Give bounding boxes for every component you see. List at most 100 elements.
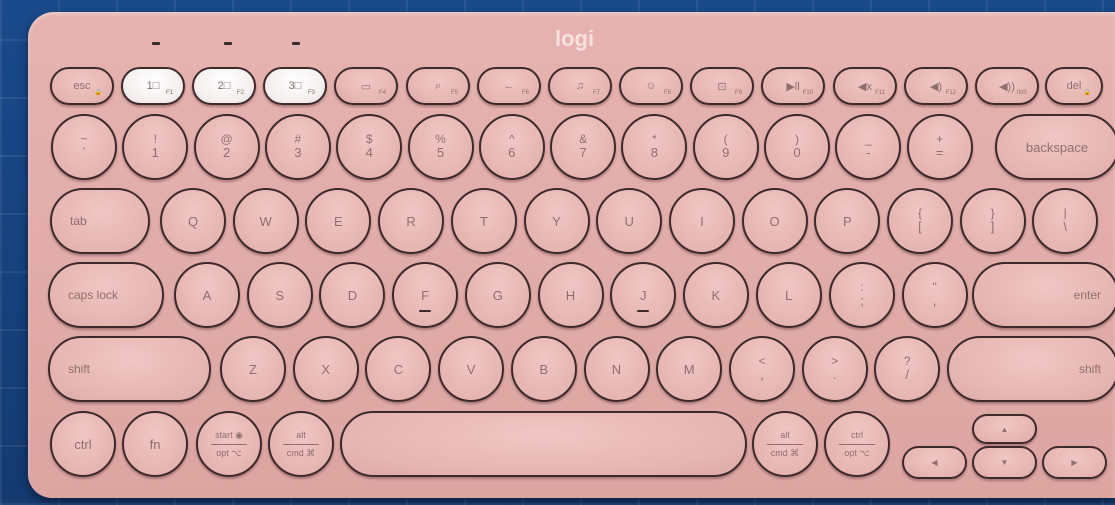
key-w[interactable]: W <box>232 188 299 254</box>
channel-1-key[interactable]: 1□ F1 <box>121 67 185 105</box>
key-semicolon[interactable]: :; <box>829 262 895 328</box>
key-m[interactable]: M <box>656 336 723 402</box>
search-sublabel: F5 <box>450 90 458 96</box>
key-1[interactable]: ! 1 <box>122 114 189 180</box>
right-alt-cmd-key[interactable]: alt cmd ⌘ <box>752 411 818 477</box>
key-p[interactable]: P <box>814 188 881 254</box>
start-opt-key[interactable]: start ◉ opt ⌥ <box>196 411 262 477</box>
key-i[interactable]: I <box>668 188 735 254</box>
tab-key[interactable]: tab <box>50 188 150 254</box>
key-base-label: / <box>905 367 909 383</box>
key-0[interactable]: ) 0 <box>764 114 830 180</box>
key-l[interactable]: L <box>755 262 822 328</box>
key-f[interactable]: F <box>392 262 459 328</box>
key-`[interactable]: ~ ` <box>51 114 117 180</box>
key-d[interactable]: D <box>319 262 386 328</box>
channel-2-key[interactable]: 2□ F2 <box>192 67 256 105</box>
app-switch-key[interactable]: ▭ F4 <box>334 67 398 105</box>
key-v[interactable]: V <box>438 336 505 402</box>
left-shift-key[interactable]: shift <box>48 336 211 402</box>
left-ctrl-key[interactable]: ctrl <box>50 411 116 477</box>
right-shift-label: shift <box>1078 362 1101 376</box>
arrow-left-key[interactable]: ◀ <box>902 446 967 479</box>
key-6[interactable]: ^ 6 <box>478 114 545 180</box>
key-3[interactable]: #3 <box>264 114 331 180</box>
key-c[interactable]: C <box>365 336 432 402</box>
key-legend: _ - <box>865 132 872 162</box>
channel-2-sublabel: F2 <box>236 90 244 96</box>
key-quote[interactable]: ", <box>901 262 968 328</box>
key-2[interactable]: @2 <box>193 114 260 180</box>
play-pause-key[interactable]: ▶ll F10 <box>761 67 825 105</box>
volume-down-key[interactable]: ◀) F12 <box>904 67 968 105</box>
key-base-label: ; <box>860 293 864 309</box>
key-j[interactable]: J <box>610 262 677 328</box>
channel-3-icon: 3□ <box>288 80 302 92</box>
key-r[interactable]: R <box>378 188 445 254</box>
space-bar[interactable] <box>340 411 747 477</box>
right-ctrl-opt-key[interactable]: ctrl opt ⌥ <box>824 411 890 477</box>
home-row-bump <box>419 310 432 312</box>
right-shift-key[interactable]: shift <box>947 336 1115 402</box>
key-h[interactable]: H <box>537 262 604 328</box>
back-key[interactable]: ← F6 <box>477 67 541 105</box>
key-left-bracket[interactable]: {[ <box>887 188 953 254</box>
key--[interactable]: _ - <box>835 114 902 180</box>
key-t[interactable]: T <box>450 188 517 254</box>
key-=[interactable]: + = <box>906 114 973 180</box>
key-b[interactable]: B <box>510 336 577 402</box>
key-q[interactable]: Q <box>160 188 226 254</box>
key-base-label: [ <box>918 219 922 235</box>
channel-3-led <box>292 42 300 45</box>
del-key[interactable]: del 🔒 <box>1045 67 1103 105</box>
arrow-down-key[interactable]: ▼ <box>972 446 1037 479</box>
key-9[interactable]: (9 <box>692 114 759 180</box>
key-o[interactable]: O <box>741 188 808 254</box>
caps-lock-key[interactable]: caps lock <box>48 262 164 328</box>
key-s[interactable]: S <box>246 262 313 328</box>
key-shift-label: @ <box>220 131 233 146</box>
key-comma[interactable]: <, <box>729 336 795 402</box>
search-key[interactable]: ⌕ F5 <box>406 67 470 105</box>
esc-key[interactable]: esc 🔒 <box>50 67 114 105</box>
key-8[interactable]: * 8 <box>621 114 688 180</box>
key-x[interactable]: X <box>292 336 359 402</box>
key-u[interactable]: U <box>596 188 663 254</box>
arrow-up-icon: ▲ <box>1000 424 1009 434</box>
dictation-key[interactable]: ♫ F7 <box>548 67 612 105</box>
mute-sublabel: F11 <box>875 90 885 96</box>
key-g[interactable]: G <box>464 262 531 328</box>
key-5[interactable]: % 5 <box>407 114 474 180</box>
key-y[interactable]: Y <box>523 188 590 254</box>
mute-key[interactable]: ◀x F11 <box>833 67 897 105</box>
key-upper-label: alt <box>296 430 306 441</box>
key-4[interactable]: $4 <box>336 114 403 180</box>
screenshot-key[interactable]: ⊡ F9 <box>690 67 754 105</box>
back-icon: ← <box>503 80 515 92</box>
key-z[interactable]: Z <box>220 336 286 402</box>
fn-key[interactable]: fn <box>122 411 188 477</box>
key-n[interactable]: N <box>583 336 650 402</box>
key-legend: & 7 <box>579 132 587 162</box>
key-7[interactable]: & 7 <box>550 114 617 180</box>
volume-up-key[interactable]: ◀)) INS <box>975 67 1039 105</box>
arrow-right-key[interactable]: ▶ <box>1042 446 1107 479</box>
key-label: P <box>842 213 852 229</box>
key-a[interactable]: A <box>174 262 240 328</box>
key-e[interactable]: E <box>305 188 372 254</box>
key-k[interactable]: K <box>682 262 749 328</box>
arrow-up-key[interactable]: ▲ <box>972 414 1037 444</box>
key-legend: ctrl opt ⌥ <box>839 430 875 458</box>
play-pause-sublabel: F10 <box>802 90 813 96</box>
key-backslash[interactable]: | \ <box>1032 188 1099 254</box>
emoji-key[interactable]: ☺ F8 <box>619 67 683 105</box>
key-right-bracket[interactable]: }] <box>959 188 1026 254</box>
channel-3-key[interactable]: 3□ F3 <box>263 67 327 105</box>
key-shift-label: + <box>936 131 944 146</box>
key-slash[interactable]: ? / <box>874 336 941 402</box>
backspace-key[interactable]: backspace <box>995 114 1115 180</box>
key-period[interactable]: >. <box>801 336 868 402</box>
enter-key[interactable]: enter <box>972 262 1115 328</box>
left-alt-cmd-key[interactable]: alt cmd ⌘ <box>268 411 334 477</box>
key-legend: ) 0 <box>793 132 800 162</box>
